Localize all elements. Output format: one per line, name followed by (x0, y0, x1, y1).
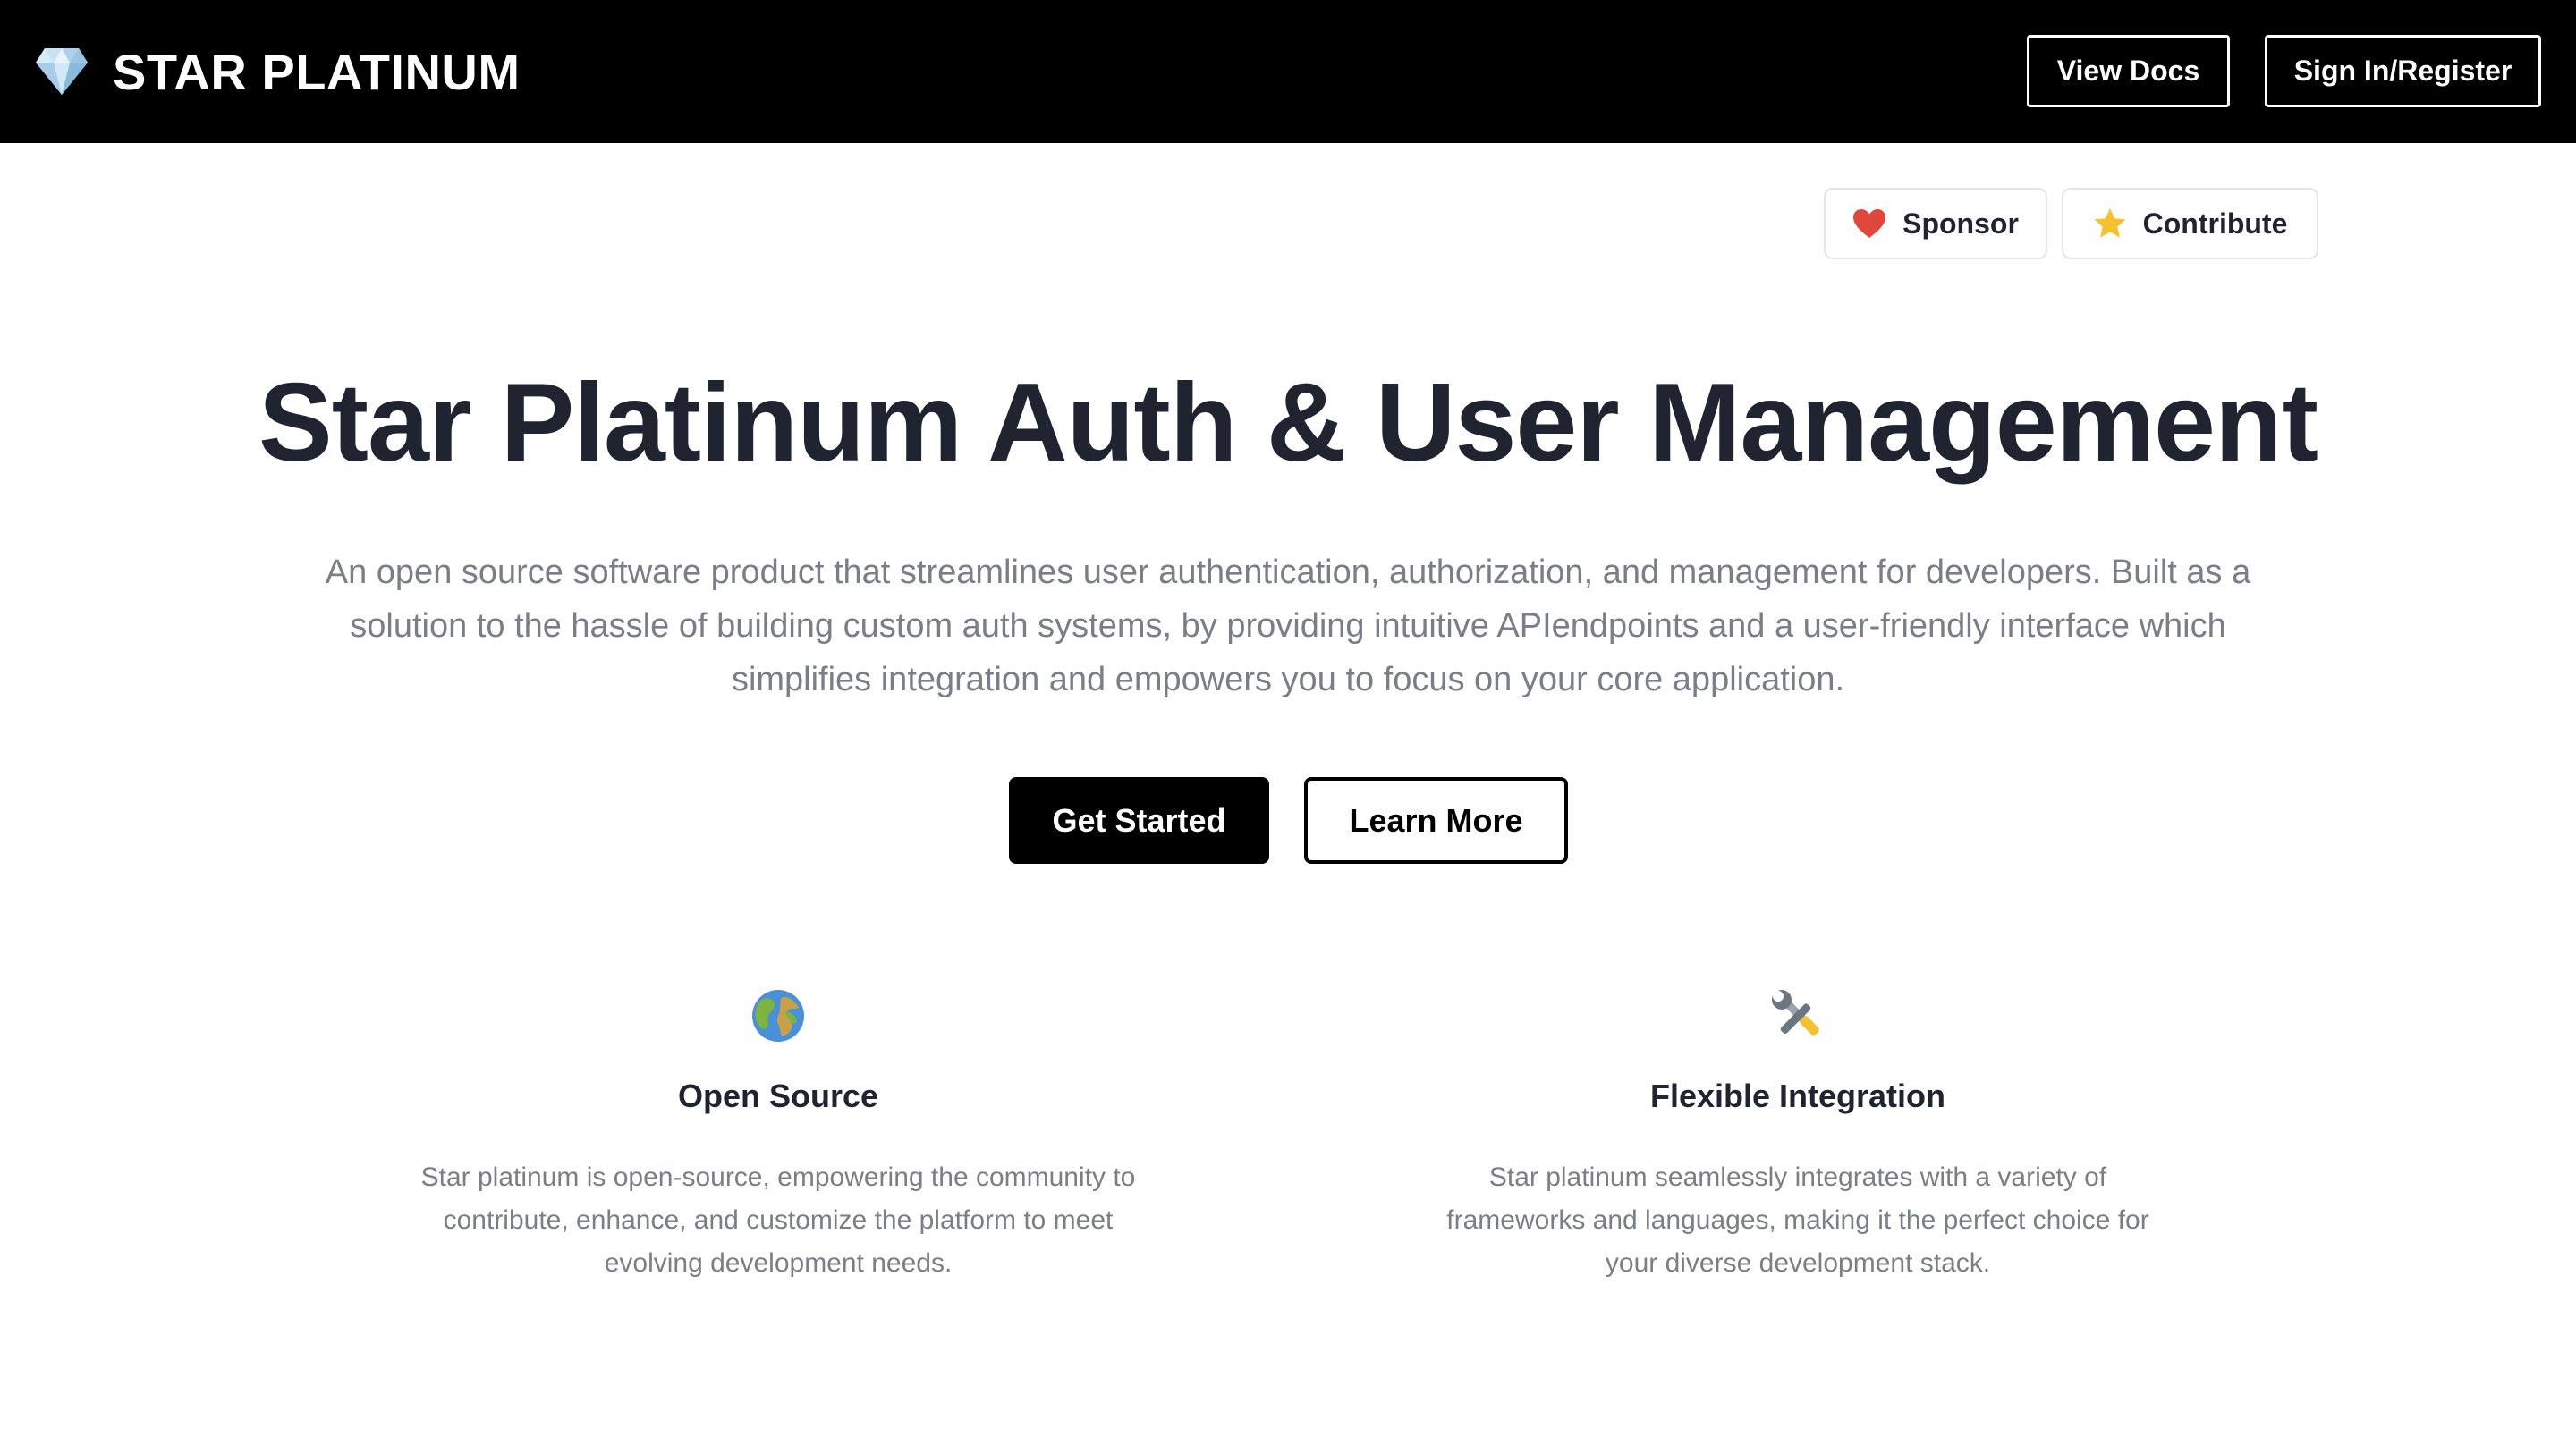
feature-description: Star platinum seamlessly integrates with… (1446, 1162, 2149, 1278)
contribute-button[interactable]: Contribute (2062, 188, 2318, 259)
star-icon (2094, 208, 2126, 238)
get-started-button[interactable]: Get Started (1009, 777, 1269, 864)
feature-description: Star platinum is open-source, empowering… (420, 1162, 1136, 1278)
globe-icon (752, 990, 804, 1042)
sign-in-register-button[interactable]: Sign In/Register (2265, 35, 2541, 107)
hero-description: An open source software product that str… (325, 554, 2251, 698)
tools-icon (1772, 990, 1819, 1036)
feature-title: Flexible Integration (1649, 1078, 1946, 1114)
gem-icon (36, 48, 88, 95)
brand-logo[interactable]: STAR PLATINUM (34, 38, 520, 106)
top-navbar: STAR PLATINUM View Docs Sign In/Register (0, 0, 2576, 143)
feature-card-flexible-integration: Flexible Integration Star platinum seaml… (1395, 988, 2200, 1285)
view-docs-button[interactable]: View Docs (2027, 35, 2230, 107)
sponsor-button[interactable]: Sponsor (1824, 188, 2047, 259)
feature-title: Open Source (677, 1078, 879, 1114)
hero-title: Star Platinum Auth & User Management (258, 361, 2318, 485)
brand-name: STAR PLATINUM (113, 43, 521, 100)
contribute-label: Contribute (2142, 207, 2288, 240)
heart-icon (1853, 209, 1886, 238)
learn-more-button[interactable]: Learn More (1304, 777, 1568, 864)
feature-card-open-source: Open Source Star platinum is open-source… (376, 988, 1181, 1285)
sponsor-label: Sponsor (1902, 207, 2019, 240)
